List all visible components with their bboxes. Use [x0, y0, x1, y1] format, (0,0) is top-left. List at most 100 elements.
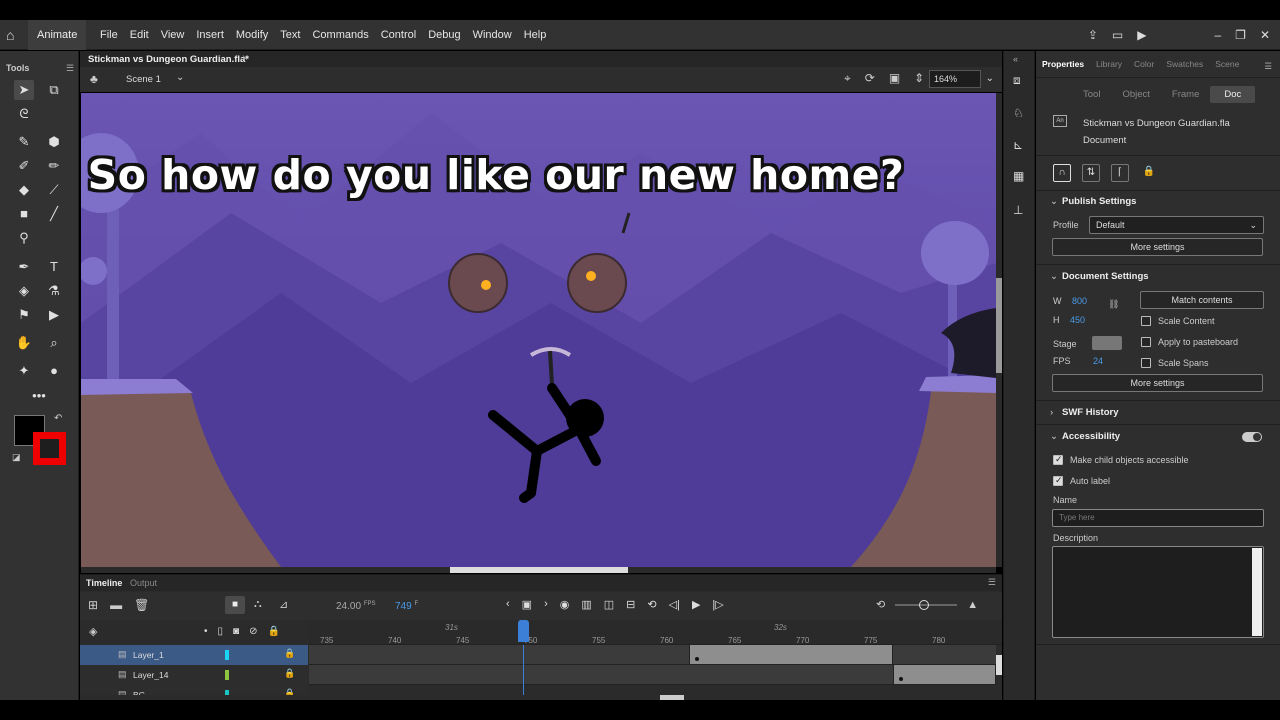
- menu-text[interactable]: Text: [274, 20, 306, 50]
- transform-icon[interactable]: ⊥: [1013, 203, 1023, 217]
- camera-icon[interactable]: ■: [225, 596, 245, 614]
- subtab-tool[interactable]: Tool: [1072, 86, 1111, 103]
- lock-icon[interactable]: 🔒: [284, 668, 295, 679]
- insert-keyframe-icon[interactable]: ▣: [522, 598, 532, 611]
- workspace-icon[interactable]: ▭: [1112, 28, 1123, 42]
- frame-span[interactable]: [689, 645, 893, 664]
- zoom-tool-icon[interactable]: ⌕: [44, 333, 64, 353]
- playhead[interactable]: [518, 620, 529, 645]
- menu-modify[interactable]: Modify: [230, 20, 274, 50]
- doc-more-settings-button[interactable]: More settings: [1052, 374, 1263, 392]
- reset-zoom-icon[interactable]: ⟲: [876, 598, 885, 611]
- close-icon[interactable]: ✕: [1260, 28, 1270, 42]
- scrollbar-thumb[interactable]: [450, 567, 628, 573]
- selection-tool-icon[interactable]: ➤: [14, 80, 34, 100]
- timeline-zoom-slider[interactable]: [895, 599, 958, 610]
- publish-settings-header[interactable]: ⌄ Publish Settings: [1050, 196, 1136, 207]
- step-forward-icon[interactable]: |▷: [712, 598, 723, 611]
- lock-icon[interactable]: 🔒: [1140, 164, 1158, 182]
- step-back-icon[interactable]: ◁|: [669, 598, 680, 611]
- panel-menu-icon[interactable]: ☰: [988, 577, 996, 588]
- keyframe[interactable]: [899, 677, 903, 681]
- apply-pasteboard-checkbox[interactable]: [1141, 337, 1151, 347]
- hide-all-icon[interactable]: ⊘: [249, 626, 257, 637]
- description-textarea[interactable]: [1052, 546, 1264, 638]
- guides-icon[interactable]: ⌈: [1111, 164, 1129, 182]
- loop-icon[interactable]: ⟲: [647, 598, 656, 611]
- layer-color[interactable]: [225, 670, 229, 680]
- match-contents-button[interactable]: Match contents: [1140, 291, 1264, 309]
- panel-menu-icon[interactable]: ☰: [66, 63, 74, 74]
- rotate-icon[interactable]: ⟳: [865, 71, 875, 86]
- outline-icon[interactable]: ▯: [218, 626, 224, 637]
- zoom-field[interactable]: 164% ⌄: [929, 70, 994, 88]
- mountains-icon[interactable]: ▲: [967, 599, 978, 611]
- chevron-down-icon[interactable]: ⌄: [176, 72, 184, 83]
- new-layer-icon[interactable]: ⊞: [88, 598, 98, 612]
- lock-icon[interactable]: 🔒: [284, 688, 295, 695]
- menu-debug[interactable]: Debug: [422, 20, 466, 50]
- height-value[interactable]: 450: [1070, 315, 1085, 325]
- rectangle-tool-icon[interactable]: ■: [14, 204, 34, 224]
- eraser-tool-icon[interactable]: ◆: [14, 180, 34, 200]
- layer-name[interactable]: Layer_14: [133, 670, 168, 680]
- paint-bucket-tool-icon[interactable]: ◈: [14, 281, 34, 301]
- accessibility-toggle[interactable]: [1242, 432, 1262, 442]
- menu-control[interactable]: Control: [375, 20, 422, 50]
- layer-row[interactable]: ▤ Layer_14 🔒: [80, 665, 308, 685]
- link-dimensions-icon[interactable]: ⛓: [1108, 299, 1119, 310]
- menu-insert[interactable]: Insert: [190, 20, 230, 50]
- pin-tool-icon[interactable]: ⚑: [14, 305, 34, 325]
- default-colors-icon[interactable]: ◪: [12, 452, 21, 463]
- lock-all-icon[interactable]: 🔒: [267, 626, 279, 637]
- share-icon[interactable]: ⇪: [1088, 28, 1098, 42]
- stage-canvas[interactable]: So how do you like our new home?: [81, 93, 996, 567]
- subtab-object[interactable]: Object: [1111, 86, 1160, 103]
- timeline-vertical-scroll-thumb[interactable]: [996, 655, 1002, 675]
- camera-attach-icon[interactable]: ◙: [233, 626, 239, 637]
- stage-horizontal-scrollbar[interactable]: [81, 567, 996, 573]
- stage-vertical-scrollbar[interactable]: [996, 93, 1002, 567]
- tab-color[interactable]: Color: [1134, 59, 1154, 75]
- tab-scene[interactable]: Scene: [1215, 59, 1239, 75]
- graph-icon[interactable]: ⊿: [279, 598, 288, 611]
- zoom-stepper-icon[interactable]: ⇕: [914, 71, 924, 86]
- eyedropper-tool-icon[interactable]: ⚗: [44, 281, 64, 301]
- tab-swatches[interactable]: Swatches: [1166, 59, 1203, 75]
- frame-ruler[interactable]: 735 740 745 750 755 760 765 770 775 780 31s 32s: [309, 620, 1002, 645]
- layer-name[interactable]: Layer_1: [133, 650, 164, 660]
- clip-content-icon[interactable]: ▣: [889, 71, 900, 86]
- menu-file[interactable]: File: [94, 20, 124, 50]
- free-transform-tool-icon[interactable]: ⧉: [44, 80, 64, 100]
- layer-color[interactable]: [225, 690, 229, 695]
- subtab-frame[interactable]: Frame: [1161, 86, 1210, 103]
- frame-readout[interactable]: 749 F: [395, 601, 418, 612]
- textarea-scrollbar[interactable]: [1252, 548, 1262, 636]
- play-icon[interactable]: ▶: [692, 598, 700, 611]
- scene-name[interactable]: Scene 1: [126, 74, 161, 85]
- stage-color-swatch[interactable]: [1092, 336, 1122, 350]
- menu-help[interactable]: Help: [518, 20, 553, 50]
- panel-menu-icon[interactable]: ☰: [1264, 61, 1272, 72]
- stroke-color-swatch[interactable]: [33, 432, 66, 465]
- delete-layer-icon[interactable]: 🗑: [134, 598, 149, 612]
- scale-spans-checkbox[interactable]: [1141, 358, 1151, 368]
- insert-frame-icon[interactable]: ⊟: [626, 598, 635, 611]
- menu-edit[interactable]: Edit: [124, 20, 155, 50]
- more-tools-icon[interactable]: •••: [29, 386, 49, 406]
- publish-more-settings-button[interactable]: More settings: [1052, 238, 1263, 256]
- fps-value[interactable]: 24: [1093, 356, 1103, 366]
- auto-label-checkbox[interactable]: [1053, 475, 1063, 486]
- frame-span[interactable]: [893, 665, 996, 684]
- pen-tool-icon[interactable]: ✒: [14, 257, 34, 277]
- tab-properties[interactable]: Properties: [1042, 59, 1084, 75]
- restore-icon[interactable]: ❐: [1235, 28, 1246, 42]
- ink-bottle-tool-icon[interactable]: ●: [44, 361, 64, 381]
- width-tool-icon[interactable]: ⟋: [44, 180, 64, 200]
- line-tool-icon[interactable]: ╱: [44, 204, 64, 224]
- app-name-tab[interactable]: Animate: [28, 20, 87, 50]
- components-icon[interactable]: ▦: [1013, 169, 1024, 183]
- layer-frames[interactable]: [309, 645, 996, 665]
- accessibility-header[interactable]: ⌄ Accessibility: [1050, 431, 1120, 442]
- minimize-icon[interactable]: –: [1214, 28, 1221, 42]
